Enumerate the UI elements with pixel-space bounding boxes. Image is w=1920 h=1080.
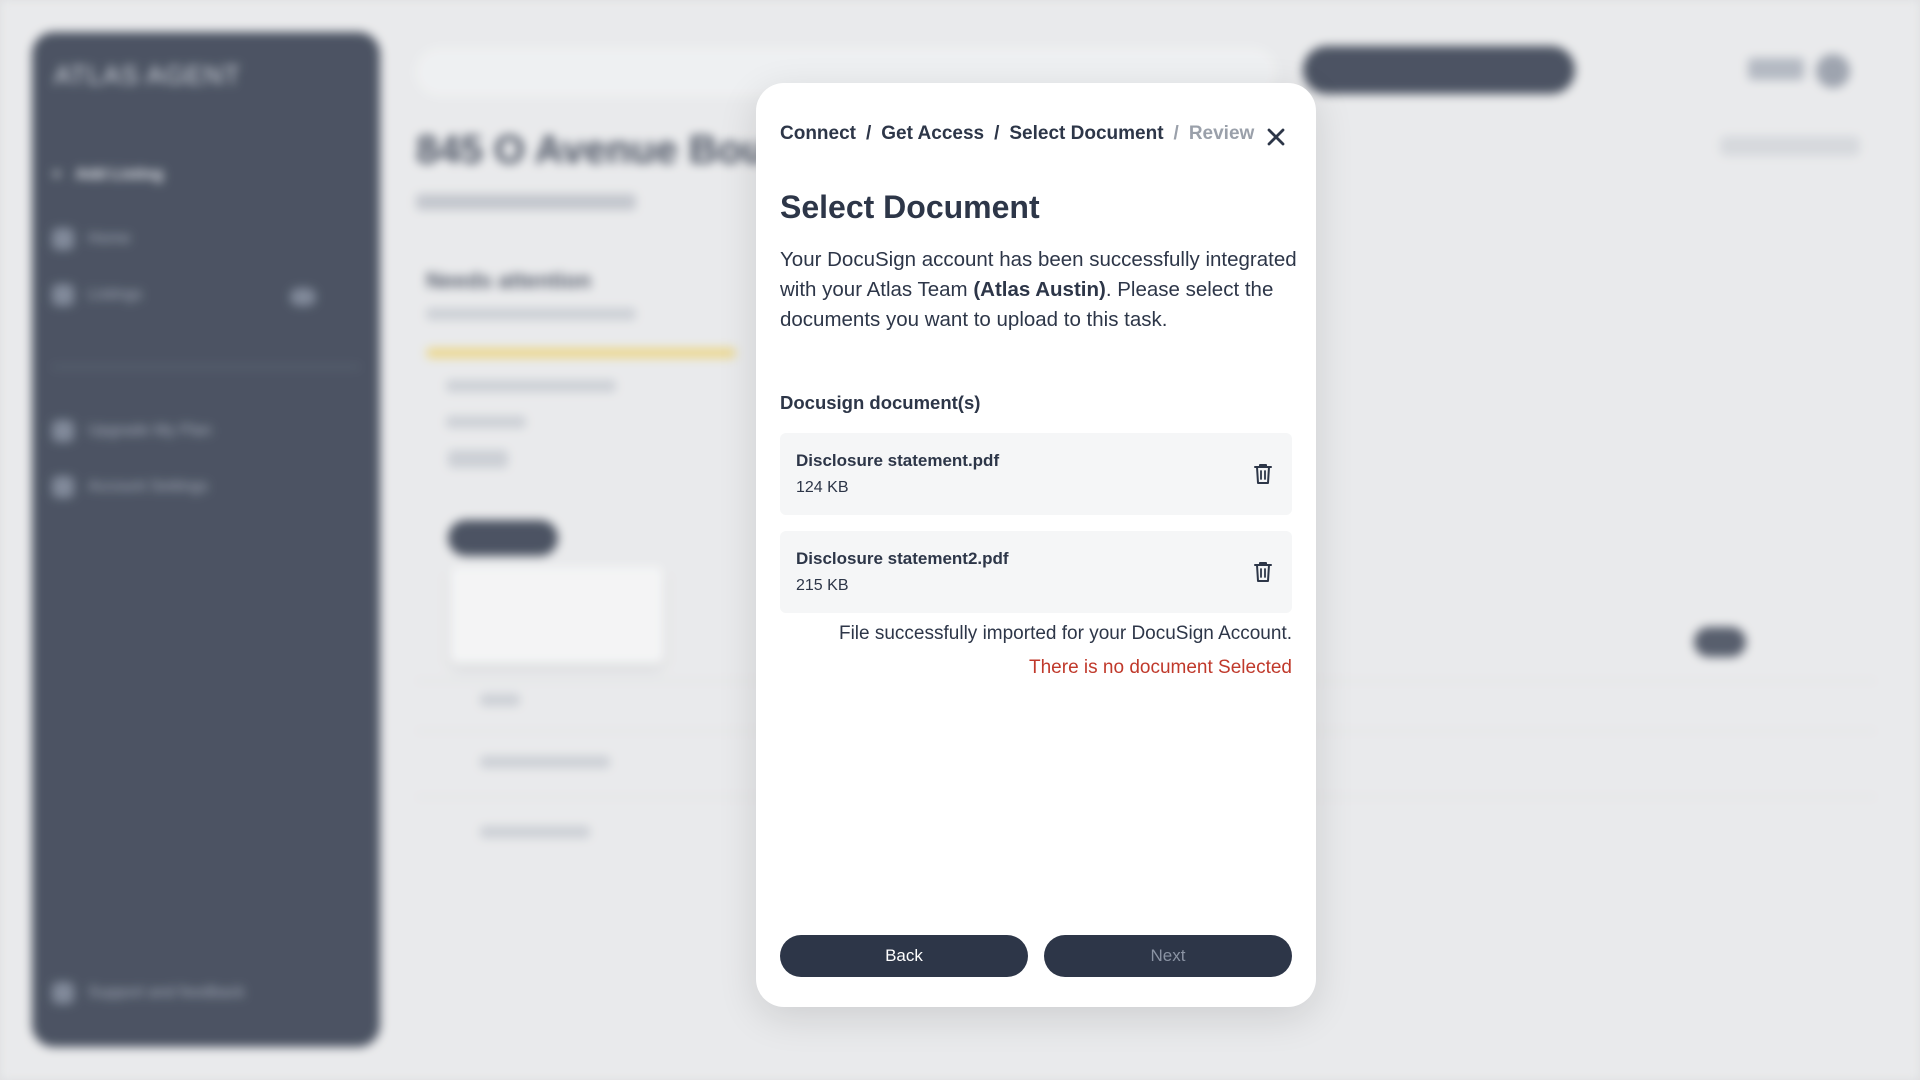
breadcrumb-separator: / [866, 123, 872, 144]
team-name: (Atlas Austin) [973, 278, 1106, 301]
breadcrumb: Connect / Get Access / Select Document /… [780, 123, 1254, 145]
breadcrumb-separator: / [994, 123, 1000, 144]
breadcrumb-connect[interactable]: Connect [780, 123, 856, 145]
delete-file-button[interactable] [1250, 461, 1276, 487]
select-document-modal: Connect / Get Access / Select Document /… [756, 83, 1316, 1007]
delete-file-button[interactable] [1250, 559, 1276, 585]
file-item: Disclosure statement.pdf 124 KB [780, 433, 1292, 515]
no-document-error: There is no document Selected [1029, 657, 1292, 678]
close-button[interactable] [1262, 123, 1290, 151]
file-name: Disclosure statement2.pdf [796, 549, 1009, 568]
breadcrumb-get-access[interactable]: Get Access [881, 123, 984, 145]
breadcrumb-review: Review [1188, 123, 1255, 144]
file-size: 124 KB [796, 479, 849, 496]
import-success-message: File successfully imported for your Docu… [838, 623, 1292, 644]
close-icon [1267, 128, 1285, 146]
breadcrumb-select-document: Select Document [1009, 123, 1164, 144]
next-button[interactable]: Next [1044, 935, 1292, 977]
breadcrumb-separator: / [1173, 123, 1179, 144]
modal-description: Your DocuSign account has been successfu… [780, 248, 1297, 331]
file-item: Disclosure statement2.pdf 215 KB [780, 531, 1292, 613]
back-button[interactable]: Back [780, 935, 1028, 977]
trash-icon [1254, 464, 1272, 484]
file-size: 215 KB [796, 577, 849, 594]
modal-title: Select Document [780, 189, 1040, 225]
trash-icon [1254, 562, 1272, 582]
docusign-documents-label: Docusign document(s) [780, 392, 981, 413]
file-name: Disclosure statement.pdf [796, 451, 1000, 470]
